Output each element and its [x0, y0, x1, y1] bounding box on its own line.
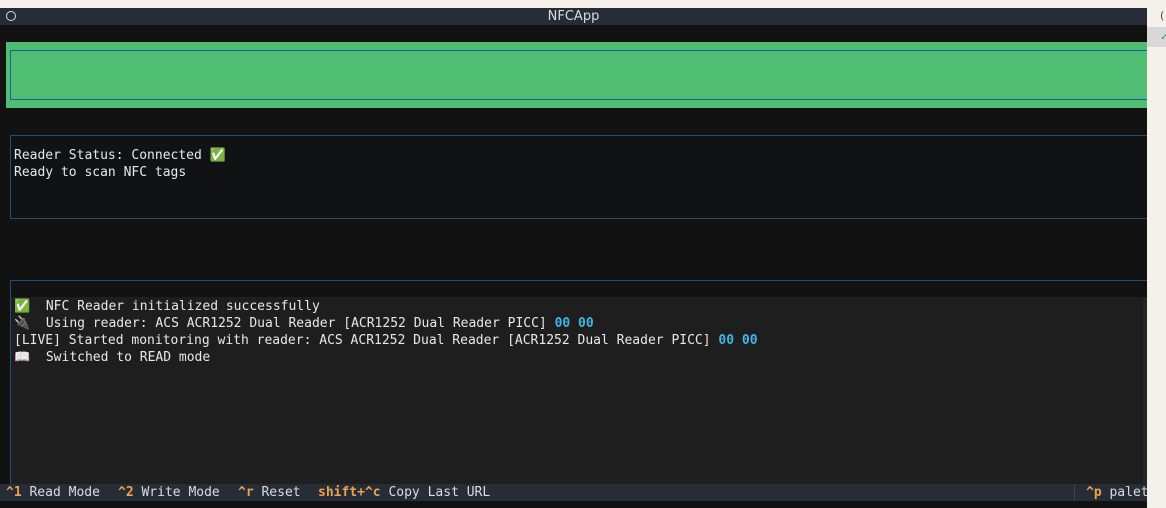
title-bar: NFCApp — [0, 8, 1147, 25]
check-icon: ✓ — [1161, 30, 1166, 43]
write-mode-binding[interactable]: ^2 Write Mode — [118, 484, 220, 501]
log-line: 🔌 Using reader: ACS ACR1252 Dual Reader … — [14, 316, 594, 331]
side-panel: ( ✓ — [1147, 0, 1166, 508]
copy-last-url-binding[interactable]: shift+^c Copy Last URL — [318, 484, 490, 501]
side-fragment: ( — [1160, 9, 1165, 22]
header-banner-frame — [10, 50, 1147, 100]
hex-value: 00 00 — [554, 316, 594, 331]
window-title: NFCApp — [547, 9, 600, 24]
command-palette-binding[interactable]: ^p palet — [1086, 484, 1147, 501]
log-line: [LIVE] Started monitoring with reader: A… — [14, 333, 758, 348]
header-banner — [6, 42, 1147, 108]
reader-status-line: Reader Status: Connected ✅ — [14, 148, 226, 163]
log-content[interactable]: ✅ NFC Reader initialized successfully 🔌 U… — [11, 297, 1145, 485]
read-mode-binding[interactable]: ^1 Read Mode — [6, 484, 100, 501]
ready-message: Ready to scan NFC tags — [14, 165, 187, 180]
hex-value: 00 00 — [718, 333, 758, 348]
log-panel: ✅ NFC Reader initialized successfully 🔌 U… — [10, 280, 1147, 485]
footer-keybindings: ^1 Read Mode ^2 Write Mode ^r Reset shif… — [0, 484, 1147, 501]
terminal-window: NFCApp Reader Status: Connected ✅ Ready t… — [0, 8, 1147, 508]
log-line: 📖 Switched to READ mode — [14, 350, 211, 365]
footer-divider — [1074, 484, 1075, 501]
reader-status-panel: Reader Status: Connected ✅ Ready to scan … — [10, 135, 1147, 219]
reset-binding[interactable]: ^r Reset — [238, 484, 301, 501]
log-line: ✅ NFC Reader initialized successfully — [14, 299, 320, 314]
